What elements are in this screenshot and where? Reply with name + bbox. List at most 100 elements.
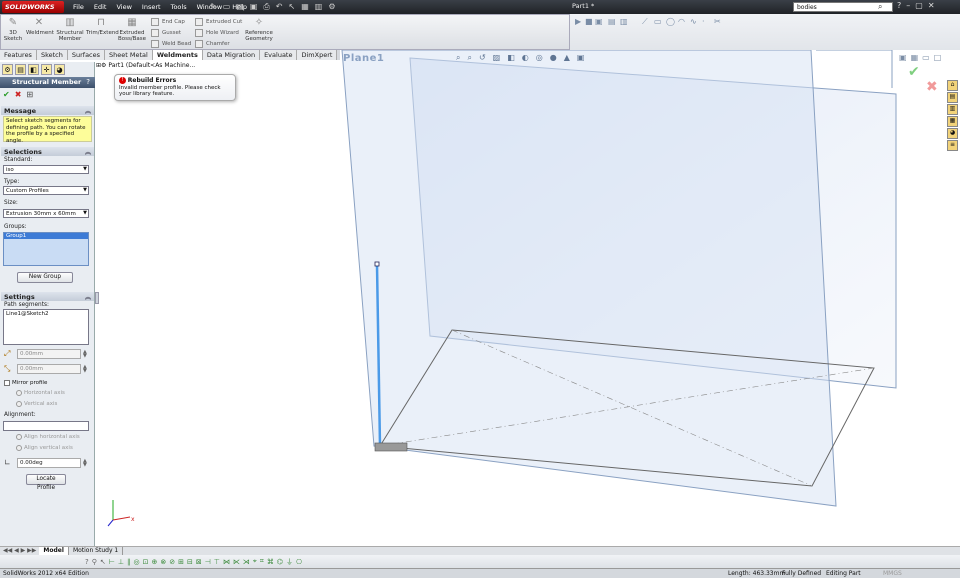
stepper-icon[interactable]: ▲ ▼: [83, 459, 87, 468]
menu-file[interactable]: File: [68, 2, 89, 13]
help-icon[interactable]: ?: [85, 558, 89, 566]
list-item[interactable]: Line1@Sketch2: [6, 311, 86, 317]
collapse-icon[interactable]: ︽: [85, 106, 91, 115]
maximize-icon[interactable]: ▢: [915, 1, 923, 10]
type-select[interactable]: Custom Profiles ▼: [3, 186, 89, 195]
filter-icon[interactable]: ⚲: [92, 558, 97, 566]
relation-icon[interactable]: ⋉: [233, 558, 240, 566]
trim-icon[interactable]: ✂: [714, 17, 721, 26]
feature-manager-icon[interactable]: ⚙: [2, 64, 13, 75]
relation-icon[interactable]: ⏚: [286, 557, 293, 567]
offset-1-field[interactable]: 0.00mm: [17, 349, 81, 359]
align-vertical-radio[interactable]: Align vertical axis: [16, 445, 73, 451]
alignment-input[interactable]: [3, 421, 89, 431]
relation-icon[interactable]: ⋈: [223, 558, 230, 566]
menu-edit[interactable]: Edit: [89, 2, 112, 13]
cancel-icon[interactable]: ✖: [15, 90, 22, 99]
record-icon[interactable]: ▣: [595, 17, 603, 26]
rectangle-icon[interactable]: ▭: [654, 17, 662, 26]
relation-icon[interactable]: ⊢: [109, 558, 115, 566]
offset-2-field[interactable]: 0.00mm: [17, 364, 81, 374]
relation-icon[interactable]: ⊡: [143, 558, 149, 566]
confirm-cancel-icon[interactable]: ✖: [926, 79, 938, 95]
relation-icon[interactable]: ⎔: [296, 558, 302, 566]
pin-icon[interactable]: ✎: [210, 2, 217, 12]
list-item[interactable]: Group1: [4, 233, 88, 239]
tab-features[interactable]: Features: [0, 50, 37, 60]
menu-insert[interactable]: Insert: [137, 2, 166, 13]
new-icon[interactable]: ▭: [223, 2, 231, 12]
reference-geometry-button[interactable]: ✧ Reference Geometry: [244, 15, 274, 42]
file-properties-icon[interactable]: ▥: [315, 2, 323, 12]
relation-icon[interactable]: ⌗: [260, 557, 264, 566]
relation-icon[interactable]: ◎: [133, 558, 139, 566]
configuration-manager-icon[interactable]: ◧: [28, 64, 39, 75]
spline-icon[interactable]: ∿: [690, 17, 697, 26]
vertical-axis-radio[interactable]: Vertical axis: [16, 401, 57, 407]
macro-edit-icon[interactable]: ▥: [620, 17, 628, 26]
minimize-icon[interactable]: –: [906, 1, 910, 10]
help-icon[interactable]: ?: [86, 78, 90, 86]
rotation-angle-field[interactable]: 0.00deg: [17, 458, 81, 468]
point-icon[interactable]: ·: [702, 17, 705, 26]
custom-properties-icon[interactable]: ≡: [947, 140, 958, 151]
design-library-icon[interactable]: ▤: [947, 92, 958, 103]
relation-icon[interactable]: ⊣: [205, 558, 211, 566]
file-explorer-icon[interactable]: ▥: [947, 104, 958, 115]
hole-wizard-button[interactable]: Hole Wizard: [195, 29, 239, 37]
relation-icon[interactable]: ⋊: [243, 558, 250, 566]
relation-icon[interactable]: ⊘: [169, 558, 175, 566]
standard-select[interactable]: iso ▼: [3, 165, 89, 174]
display-manager-icon[interactable]: ◕: [54, 64, 65, 75]
maximize-view-icon[interactable]: □: [934, 53, 942, 62]
rebuild-icon[interactable]: ▦: [301, 2, 309, 12]
save-icon[interactable]: ▣: [250, 2, 258, 12]
tab-model[interactable]: Model: [39, 547, 69, 555]
relation-icon[interactable]: ⊗: [160, 558, 166, 566]
help-icon[interactable]: ?: [897, 1, 901, 10]
message-section-header[interactable]: Message ︽: [1, 106, 94, 115]
tab-sketch[interactable]: Sketch: [36, 50, 68, 60]
relation-icon[interactable]: ⊥: [118, 558, 124, 566]
profile-marker[interactable]: [374, 442, 408, 452]
extruded-cut-button[interactable]: Extruded Cut: [195, 18, 242, 26]
view-settings-icon[interactable]: ▣: [577, 53, 585, 63]
close-icon[interactable]: ✕: [928, 1, 935, 10]
collapse-icon[interactable]: ︽: [85, 147, 91, 156]
keep-visible-icon[interactable]: ⊞: [26, 90, 33, 99]
select-icon[interactable]: ↖: [100, 558, 106, 566]
menu-view[interactable]: View: [111, 2, 136, 13]
relation-icon[interactable]: ∥: [127, 558, 131, 566]
search-icon[interactable]: ⌕: [878, 2, 882, 12]
stop-icon[interactable]: ■: [585, 17, 593, 26]
menu-tools[interactable]: Tools: [166, 2, 192, 13]
align-horizontal-radio[interactable]: Align horizontal axis: [16, 434, 80, 440]
circle-icon[interactable]: ◯: [666, 17, 675, 26]
dimxpert-manager-icon[interactable]: ✛: [41, 64, 52, 75]
property-manager-icon[interactable]: ▤: [15, 64, 26, 75]
locate-profile-button[interactable]: Locate Profile: [26, 474, 66, 491]
relation-icon[interactable]: ⊤: [214, 558, 220, 566]
weld-bead-button[interactable]: Weld Bead: [151, 40, 191, 48]
open-icon[interactable]: ▤: [236, 2, 244, 12]
chamfer-button[interactable]: Chamfer: [195, 40, 230, 48]
endpoint-handle[interactable]: [374, 261, 380, 267]
extruded-boss-button[interactable]: ▦ Extruded Boss/Base: [117, 15, 147, 42]
plane1[interactable]: [341, 50, 837, 507]
arc-icon[interactable]: ◠: [678, 17, 685, 26]
restore-view-icon[interactable]: ▭: [922, 53, 930, 62]
appearance-icon[interactable]: ●: [550, 53, 557, 63]
selections-section-header[interactable]: Selections ︽: [1, 147, 94, 156]
stepper-icon[interactable]: ▲ ▼: [83, 350, 87, 359]
relation-icon[interactable]: ⌬: [277, 558, 283, 566]
section-view-icon[interactable]: ▨: [493, 53, 501, 63]
collapse-icon[interactable]: ︽: [85, 292, 91, 301]
structural-member-button[interactable]: ▥ Structural Member: [55, 15, 85, 42]
solidworks-logo[interactable]: SOLIDWORKS: [2, 1, 64, 13]
sketch-3d-button[interactable]: ✎ 3D Sketch: [3, 15, 23, 42]
confirm-ok-icon[interactable]: ✔: [908, 64, 920, 80]
relation-icon[interactable]: ⊟: [187, 558, 193, 566]
macro-icon[interactable]: ▤: [608, 17, 616, 26]
end-cap-button[interactable]: End Cap: [151, 18, 185, 26]
appearances-icon[interactable]: ◕: [947, 128, 958, 139]
